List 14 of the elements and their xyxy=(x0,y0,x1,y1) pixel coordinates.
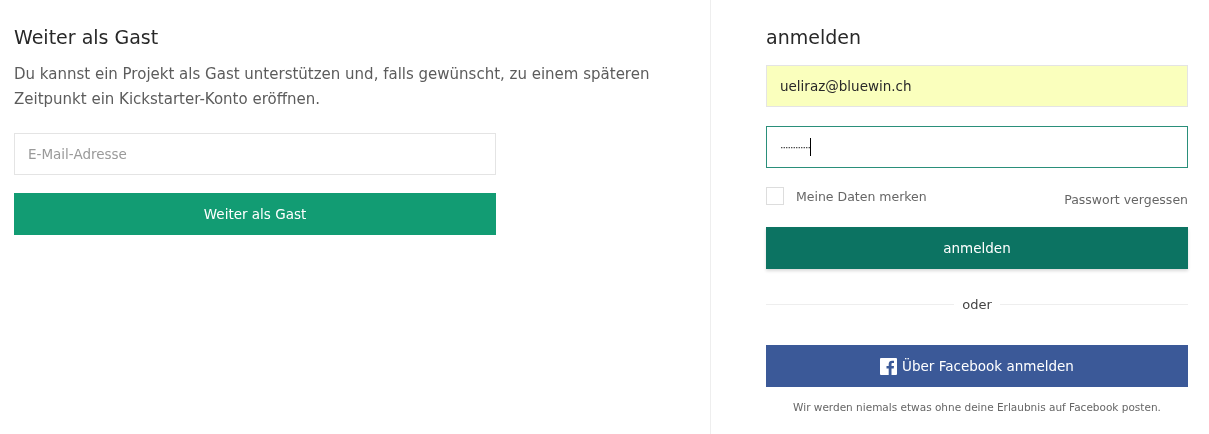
divider-text: oder xyxy=(962,297,992,312)
password-field[interactable]: ············ xyxy=(766,126,1188,168)
facebook-icon xyxy=(880,357,898,375)
section-title: Weiter als Gast xyxy=(14,25,160,50)
section-title: anmelden xyxy=(766,25,862,50)
guest-description: Du kannst ein Projekt als Gast unterstützen und, falls gewünscht, zu einem späteren Zeitpunkt ein Kickstarter-Konto eröffnen. xyxy=(14,64,651,110)
facebook-note: Wir werden niemals etwas ohne deine Erlaubnis auf Facebook posten. xyxy=(792,401,1162,413)
email-field[interactable]: ueliraz@bluewin.ch xyxy=(766,65,1188,107)
login-button[interactable]: anmelden xyxy=(766,227,1188,269)
guest-button[interactable]: Weiter als Gast xyxy=(14,193,496,235)
checkbox-label: Meine Daten merken xyxy=(796,188,927,204)
checkbox[interactable] xyxy=(766,187,784,205)
facebook-login-button[interactable]: Über Facebook anmelden xyxy=(766,345,1188,387)
forgot-password-link[interactable]: Passwort vergessen xyxy=(1064,191,1188,207)
